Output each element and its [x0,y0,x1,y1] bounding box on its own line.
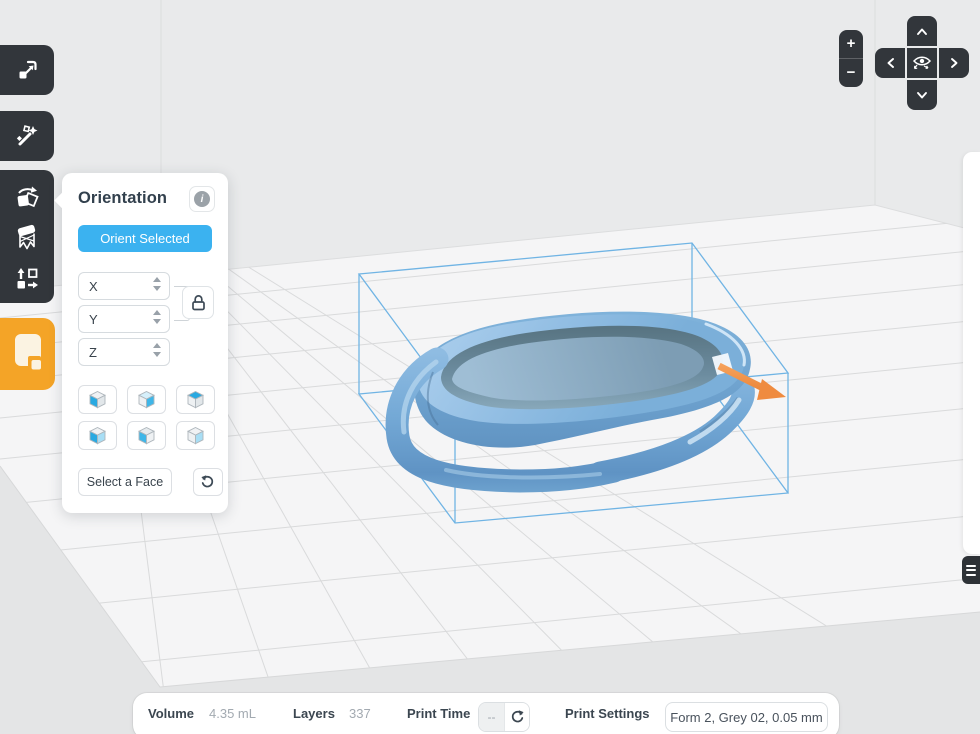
scale-tool-button[interactable] [0,45,54,95]
axis-z-field[interactable]: Z [78,338,170,366]
info-icon: i [194,191,210,207]
eye-orbit-icon [911,52,933,74]
axis-z-label: Z [89,345,97,360]
cube-face-top-icon [185,389,206,410]
orient-face-button-4[interactable] [78,421,117,450]
print-time-widget: -- [478,702,530,732]
axis-y-label: Y [89,312,98,327]
preform-window: Orientation i Orient Selected X Y Z [0,0,980,734]
print-time-value: -- [479,703,505,731]
select-a-face-button[interactable]: Select a Face [78,468,172,496]
axis-x-field[interactable]: X [78,272,170,300]
print-settings-label: Print Settings [565,693,650,734]
orientation-panel: Orientation i Orient Selected X Y Z [62,173,228,513]
view-orbit-button[interactable] [907,48,937,78]
chevron-right-icon [950,57,959,69]
axis-y-field[interactable]: Y [78,305,170,333]
scale-tool-icon [14,57,40,83]
list-icon [966,565,976,567]
reset-icon [200,474,216,490]
pan-down-button[interactable] [907,80,937,110]
layout-tool-button[interactable] [14,265,40,291]
reset-orientation-button[interactable] [193,468,223,496]
orient-face-button-3[interactable] [176,385,215,414]
pan-right-button[interactable] [939,48,969,78]
volume-value: 4.35 mL [209,693,256,734]
pan-up-button[interactable] [907,16,937,46]
orient-selected-button[interactable]: Orient Selected [78,225,212,252]
magic-wand-tool-button[interactable] [0,111,54,161]
print-time-label: Print Time [407,693,470,734]
axis-y-stepper[interactable] [153,310,161,324]
pan-left-button[interactable] [875,48,905,78]
zoom-control: + − [839,30,863,87]
printer-icon [13,332,43,376]
cube-face-bottom-icon [185,425,206,446]
printer-button[interactable] [0,318,55,390]
magic-wand-icon [14,123,40,149]
cube-face-left-bottom-icon [87,425,108,446]
orient-face-button-5[interactable] [127,421,166,450]
refresh-icon [509,709,525,725]
orient-face-button-2[interactable] [127,385,166,414]
axis-z-stepper[interactable] [153,343,161,357]
layout-tool-icon [14,265,40,291]
panel-title: Orientation [78,189,167,208]
axis-x-stepper[interactable] [153,277,161,291]
collapsed-side-panel[interactable] [963,152,980,554]
cube-face-front-icon [136,425,157,446]
cube-face-right-icon [136,389,157,410]
unlocked-padlock-icon [190,294,207,311]
chevron-down-icon [916,91,928,100]
refresh-print-time-button[interactable] [505,703,529,731]
supports-tool-button[interactable] [13,224,41,252]
model-list-button[interactable] [962,556,980,584]
zoom-out-button[interactable]: − [839,59,863,88]
layers-value: 337 [349,693,371,734]
edit-tools-group [0,170,54,303]
rotate-tool-button[interactable] [13,183,41,211]
info-button[interactable]: i [189,186,215,212]
chevron-up-icon [916,27,928,36]
zoom-in-button[interactable]: + [839,30,863,59]
layers-label: Layers [293,693,335,734]
print-settings-button[interactable]: Form 2, Grey 02, 0.05 mm [665,702,828,732]
axis-x-label: X [89,279,98,294]
volume-label: Volume [148,693,194,734]
chevron-left-icon [886,57,895,69]
orient-face-button-6[interactable] [176,421,215,450]
rotate-tool-icon [13,183,41,211]
xy-lock-button[interactable] [182,286,214,319]
cube-face-left-icon [87,389,108,410]
supports-tool-icon [13,224,41,252]
status-bar: Volume 4.35 mL Layers 337 Print Time -- … [133,693,839,734]
orient-face-button-1[interactable] [78,385,117,414]
